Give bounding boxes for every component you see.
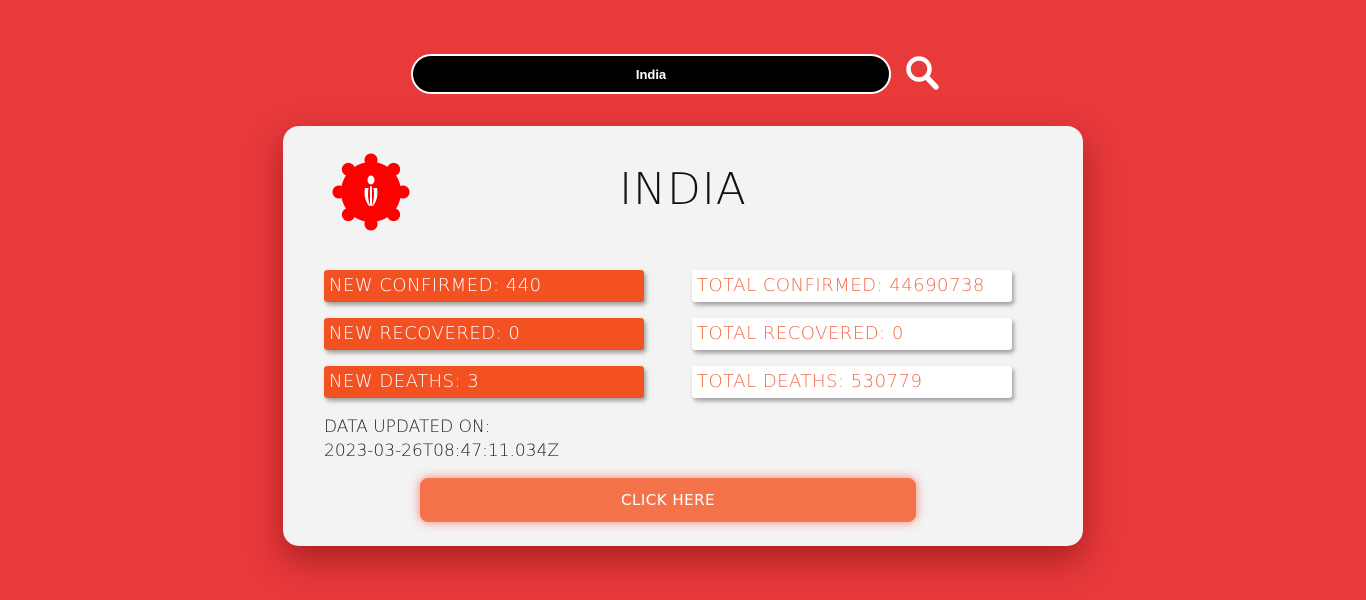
new-confirmed-stat: NEW CONFIRMED: 440 (324, 270, 644, 302)
click-here-button[interactable]: CLICK HERE (420, 478, 916, 522)
search-button[interactable] (905, 54, 941, 92)
new-deaths-stat: NEW DEATHS: 3 (324, 366, 644, 398)
country-stats-card: INDIA NEW CONFIRMED: 440 NEW RECOVERED: … (283, 126, 1083, 546)
country-title: INDIA (619, 164, 747, 215)
total-deaths-stat: TOTAL DEATHS: 530779 (692, 366, 1012, 398)
data-updated-info: DATA UPDATED ON: 2023-03-26T08:47:11.034… (324, 415, 559, 463)
search-icon (906, 56, 939, 90)
search-input[interactable] (411, 54, 891, 94)
search-bar (411, 54, 941, 94)
new-recovered-stat: NEW RECOVERED: 0 (324, 318, 644, 350)
data-updated-label: DATA UPDATED ON: (324, 417, 491, 437)
total-recovered-stat: TOTAL RECOVERED: 0 (692, 318, 1012, 350)
total-confirmed-stat: TOTAL CONFIRMED: 44690738 (692, 270, 1012, 302)
data-updated-timestamp: 2023-03-26T08:47:11.034Z (324, 441, 560, 461)
